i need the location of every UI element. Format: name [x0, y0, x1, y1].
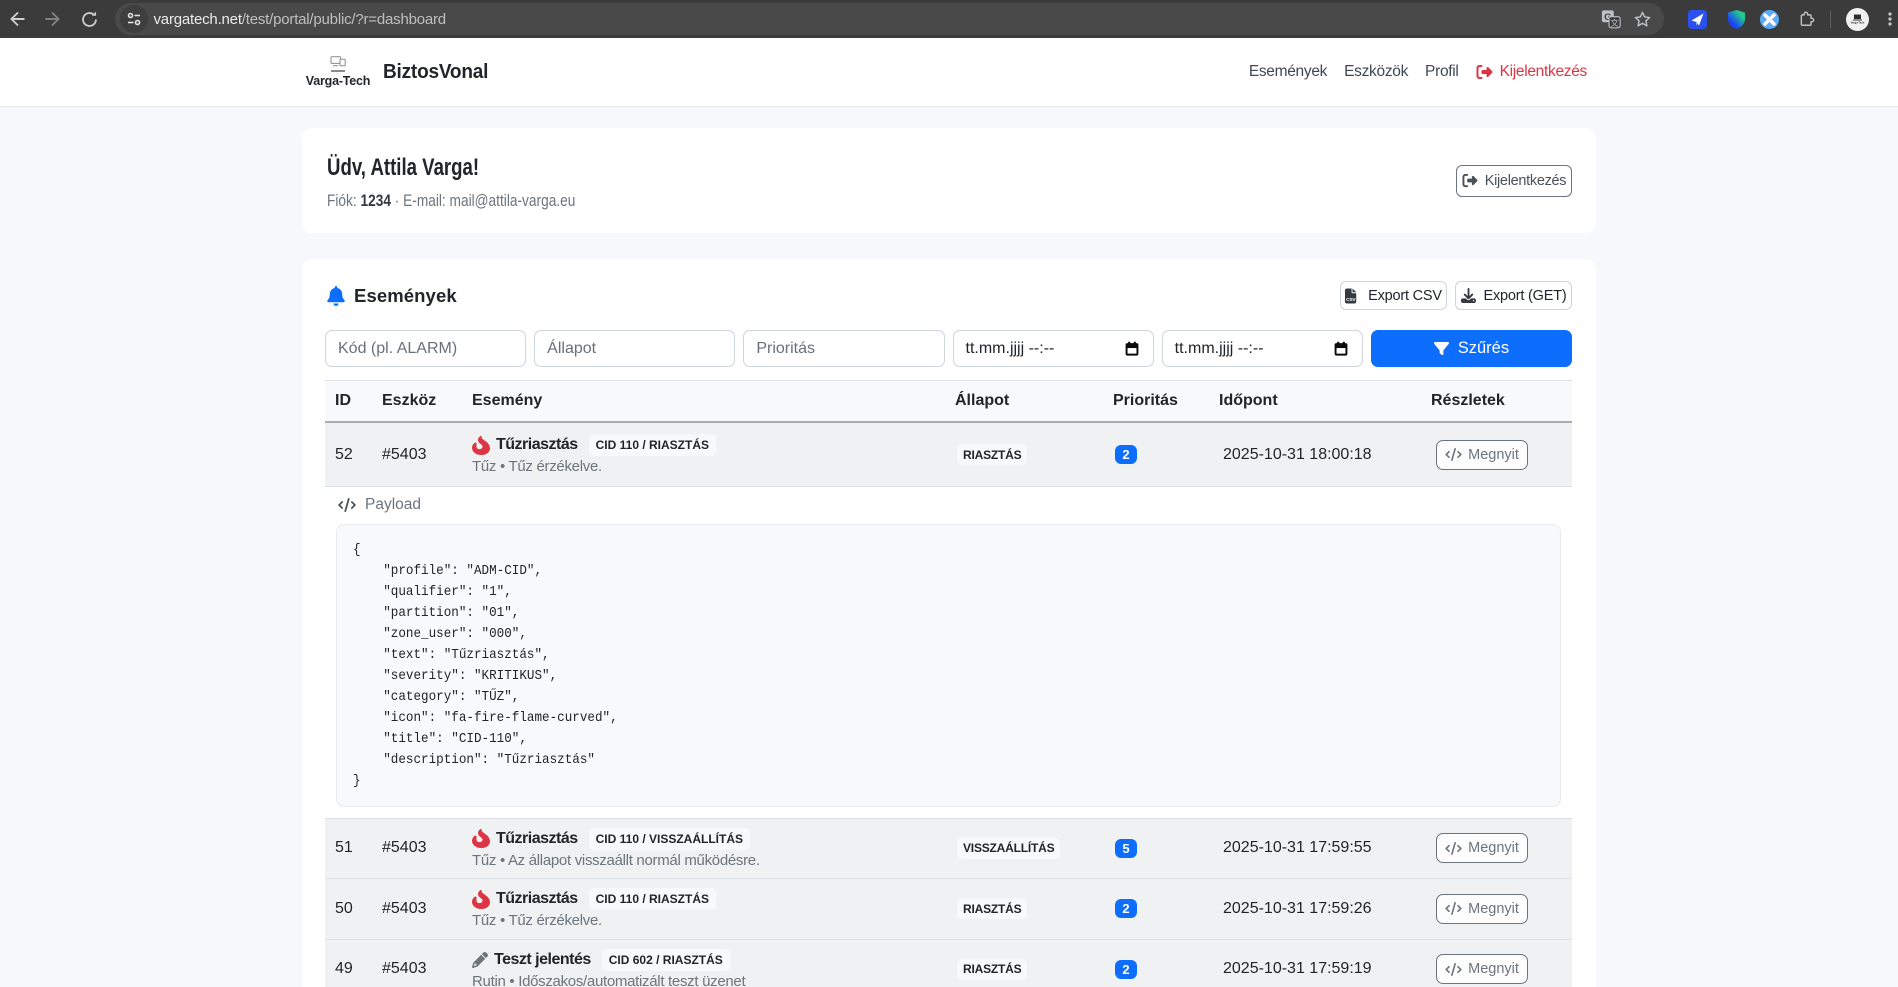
svg-text:文: 文 [1610, 16, 1619, 27]
svg-text:Varga-Tech: Varga-Tech [1850, 20, 1864, 24]
